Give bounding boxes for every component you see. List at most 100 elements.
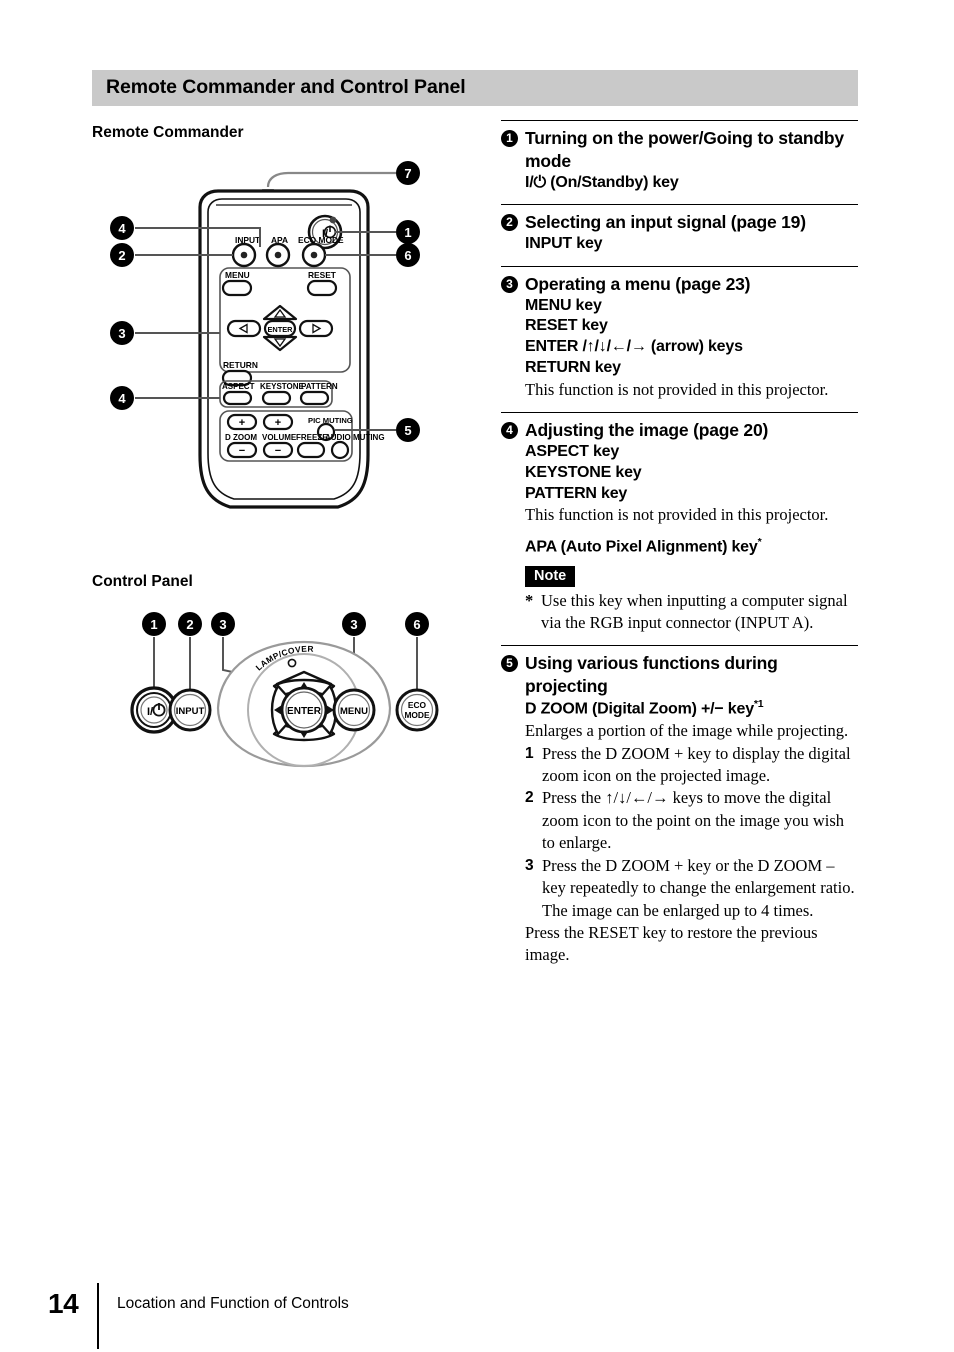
section-2: 2 Selecting an input signal (page 19) INPU…	[501, 204, 858, 255]
callout-2: 2	[110, 243, 134, 267]
numbered-step: 3 Press the D ZOOM + key or the D ZOOM – …	[525, 855, 858, 922]
section-number-badge: 4	[501, 422, 518, 440]
svg-text:−: −	[239, 445, 245, 457]
control-panel-heading: Control Panel	[92, 573, 193, 590]
control-panel-diagram: LAMP/COVER ENTER I/ INPUT MENU ECO MODE …	[92, 600, 492, 800]
key-name: I/⏻ (On/Standby) key	[525, 173, 679, 191]
manual-page: Remote Commander and Control Panel Remot…	[0, 0, 954, 1352]
callout-4-bottom: 4	[110, 386, 134, 410]
callout-3: 3	[110, 321, 134, 345]
key-name: KEYSTONE key	[525, 463, 642, 481]
cp-callout-6: 6	[405, 612, 429, 636]
numbered-step: 2 Press the ↑/↓/←/→ keys to move the digi…	[525, 787, 858, 854]
page-title-band: Remote Commander and Control Panel	[92, 70, 858, 106]
section-5: 5 Using various functions during projecti…	[501, 645, 858, 966]
step-number: 2	[525, 789, 534, 807]
cp-callout-1: 1	[142, 612, 166, 636]
page-number: 14	[48, 1288, 79, 1319]
svg-text:ENTER: ENTER	[267, 325, 293, 334]
section-number-badge: 2	[501, 214, 518, 232]
svg-text:RETURN: RETURN	[223, 360, 258, 370]
svg-text:INPUT: INPUT	[176, 706, 205, 717]
footer-chapter-title: Location and Function of Controls	[117, 1295, 349, 1312]
svg-text:5: 5	[404, 423, 411, 438]
svg-text:−: −	[275, 445, 281, 457]
svg-text:FREEZE: FREEZE	[296, 433, 328, 442]
svg-text:PATTERN: PATTERN	[301, 382, 338, 391]
svg-text:4: 4	[118, 391, 126, 406]
section-tail-text: Press the RESET key to restore the previ…	[525, 923, 818, 965]
section-1: 1 Turning on the power/Going to standby m…	[501, 120, 858, 193]
remote-commander-diagram: I/ INPUT APA ECO MODE MENU RESET ENTER R…	[92, 155, 492, 535]
key-name: ENTER /↑/↓/←/→ (arrow) keys	[525, 338, 743, 356]
callout-5: 5	[396, 418, 420, 442]
svg-text:3: 3	[219, 617, 226, 632]
svg-text:D ZOOM: D ZOOM	[225, 433, 257, 442]
section-heading: 1 Turning on the power/Going to standby m…	[501, 127, 858, 173]
svg-text:7: 7	[404, 166, 411, 181]
section-title: Using various functions during projectin…	[525, 653, 778, 697]
footer-divider	[97, 1283, 99, 1349]
numbered-step: 1 Press the D ZOOM + key to display the d…	[525, 743, 858, 788]
key-name: MENU key	[525, 296, 602, 314]
svg-text:MODE: MODE	[404, 710, 430, 720]
section-heading: 3 Operating a menu (page 23)	[501, 273, 858, 296]
svg-text:ASPECT: ASPECT	[222, 382, 255, 391]
svg-text:+: +	[239, 417, 245, 429]
svg-text:PIC MUTING: PIC MUTING	[308, 416, 353, 425]
note-body: Use this key when inputting a computer s…	[541, 590, 848, 633]
section-title: Operating a menu (page 23)	[525, 273, 751, 294]
key-name: RETURN key	[525, 358, 621, 376]
svg-text:4: 4	[118, 221, 126, 236]
svg-text:ECO: ECO	[408, 700, 427, 710]
descriptions-column: 1 Turning on the power/Going to standby m…	[501, 120, 858, 978]
page-title: Remote Commander and Control Panel	[106, 76, 466, 98]
key-name: APA (Auto Pixel Alignment) key*	[525, 535, 762, 556]
svg-text:+: +	[275, 417, 281, 429]
svg-text:3: 3	[118, 326, 125, 341]
key-name: INPUT key	[525, 235, 603, 253]
section-title: Adjusting the image (page 20)	[525, 420, 769, 441]
svg-text:ENTER: ENTER	[287, 706, 322, 717]
cp-callout-2: 2	[178, 612, 202, 636]
body-text: Enlarges a portion of the image while pr…	[525, 721, 849, 741]
svg-text:MENU: MENU	[340, 706, 368, 717]
step-text: Press the D ZOOM + key or the D ZOOM – k…	[542, 855, 855, 920]
svg-text:VOLUME: VOLUME	[262, 433, 297, 442]
section-title: Selecting an input signal (page 19)	[525, 212, 806, 233]
note-text: * Use this key when inputting a computer …	[525, 590, 858, 635]
key-name: ASPECT key	[525, 442, 620, 460]
svg-text:6: 6	[413, 617, 420, 632]
svg-text:MENU: MENU	[225, 270, 250, 280]
section-number-badge: 1	[501, 130, 518, 147]
note-badge: Note	[525, 565, 576, 587]
cp-callout-3-right: 3	[342, 612, 366, 636]
section-number-badge: 5	[501, 655, 518, 673]
svg-text:I/: I/	[147, 706, 153, 718]
section-3: 3 Operating a menu (page 23) MENU key RESET…	[501, 265, 858, 401]
svg-text:2: 2	[186, 617, 193, 632]
note-marker: *	[525, 590, 534, 610]
step-number: 1	[525, 744, 534, 762]
section-heading: 2 Selecting an input signal (page 19)	[501, 211, 858, 234]
key-name: PATTERN key	[525, 484, 628, 502]
cp-callout-3-left: 3	[211, 612, 235, 636]
callout-6: 6	[396, 243, 420, 267]
body-text: This function is not provided in this pr…	[525, 505, 829, 525]
body-text: This function is not provided in this pr…	[525, 379, 829, 399]
footnote-marker: *	[757, 535, 762, 548]
step-number: 3	[525, 856, 534, 874]
svg-text:1: 1	[150, 617, 157, 632]
svg-text:AUDIO MUTING: AUDIO MUTING	[325, 433, 385, 442]
step-text: Press the D ZOOM + key to display the di…	[542, 743, 851, 785]
section-title: Turning on the power/Going to standby mo…	[525, 128, 844, 171]
section-heading: 4 Adjusting the image (page 20)	[501, 419, 858, 442]
callout-7: 7	[396, 161, 420, 185]
key-name: D ZOOM (Digital Zoom) +/− key*1	[525, 697, 764, 718]
svg-text:1: 1	[404, 225, 411, 240]
section-number-badge: 3	[501, 275, 518, 293]
svg-text:2: 2	[118, 248, 125, 263]
svg-text:RESET: RESET	[308, 270, 337, 280]
callout-1: 1	[396, 220, 420, 244]
callout-4-top: 4	[110, 216, 134, 240]
